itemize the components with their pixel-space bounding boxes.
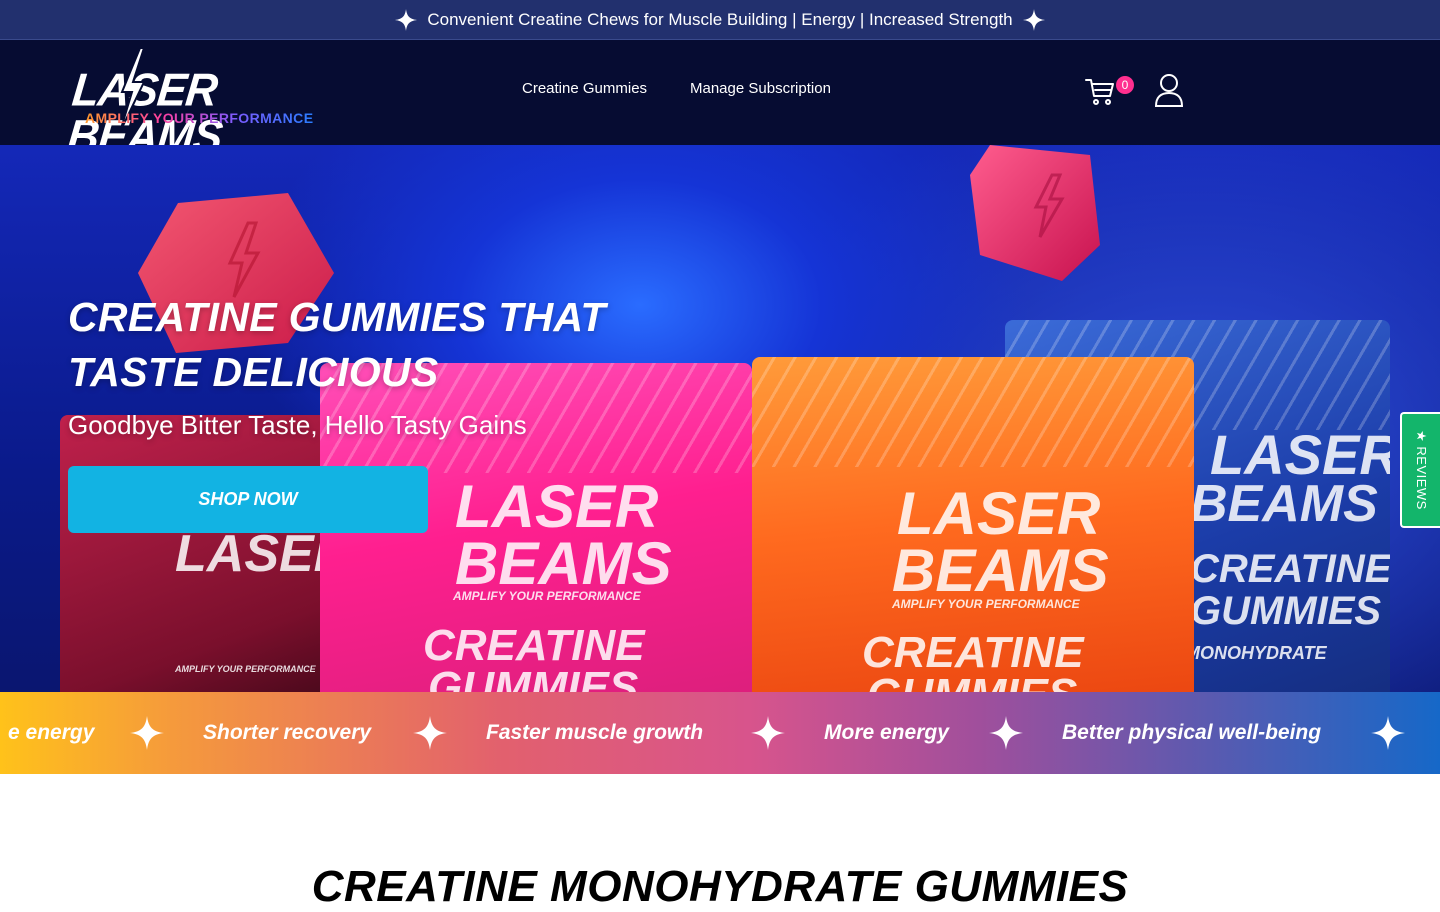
sparkle-icon <box>395 8 418 31</box>
pouch-product2: GUMMIES <box>867 673 1077 692</box>
pouch-product: CREATINE <box>862 628 1084 677</box>
gummy-image <box>970 145 1100 281</box>
benefit-item: Shorter recovery <box>203 721 372 744</box>
nav-manage-subscription[interactable]: Manage Subscription <box>690 80 831 97</box>
sparkle-icon <box>1371 716 1405 750</box>
logo-tagline: AMPLIFY YOUR PERFORMANCE <box>85 110 314 126</box>
sparkle-icon <box>989 716 1023 750</box>
announcement-text: Convenient Creatine Chews for Muscle Bui… <box>427 9 1013 29</box>
nav-creatine-gummies[interactable]: Creatine Gummies <box>522 80 647 97</box>
pouch-product: CREATINE <box>423 621 645 670</box>
user-icon[interactable] <box>1154 73 1184 107</box>
pouch-tagline: AMPLIFY YOUR PERFORMANCE <box>175 664 316 674</box>
reviews-tab-label: ★ REVIEWS <box>1414 430 1429 510</box>
pouch-pattern <box>752 357 1194 467</box>
hero-banner: LASER BEAMS CREATINE GUMMIES MONOHYDRATE… <box>0 145 1440 692</box>
section-title: CREATINE MONOHYDRATE GUMMIES <box>311 862 1129 911</box>
pouch-product2: GUMMIES <box>428 663 639 692</box>
benefit-item: Better physical well-being <box>1062 721 1322 744</box>
brand-logo[interactable]: LASER BEAMS AMPLIFY YOUR PERFORMANCE <box>65 48 350 162</box>
pouch-product2: GUMMIES <box>1190 589 1382 633</box>
reviews-tab[interactable]: ★ REVIEWS <box>1400 412 1440 528</box>
pouch-brand-line1: LASER <box>897 480 1101 547</box>
announcement-bar: Convenient Creatine Chews for Muscle Bui… <box>0 0 1440 40</box>
hero-subtitle: Goodbye Bitter Taste, Hello Tasty Gains <box>68 410 527 440</box>
hero-title: CREATINE GUMMIES THAT TASTE DELICIOUS <box>68 294 606 395</box>
benefit-item: More energy <box>824 721 949 744</box>
sparkle-icon <box>413 716 447 750</box>
product-pouch-orange: LASER BEAMS AMPLIFY YOUR PERFORMANCE CRE… <box>752 357 1194 692</box>
sparkle-icon <box>751 716 785 750</box>
pouch-brand-line2: BEAMS <box>1190 475 1378 533</box>
pouch-tagline: AMPLIFY YOUR PERFORMANCE <box>892 597 1080 611</box>
pouch-tagline: AMPLIFY YOUR PERFORMANCE <box>453 589 641 603</box>
site-header: LASER BEAMS AMPLIFY YOUR PERFORMANCE Cre… <box>0 40 1440 162</box>
shop-now-button[interactable]: SHOP NOW <box>68 466 428 533</box>
benefits-ticker: e energy Shorter recovery Faster muscle … <box>0 692 1440 774</box>
product-pouch-red: LASER AMPLIFY YOUR PERFORMANCE CREATINE <box>60 415 360 692</box>
pouch-brand-line1: LASER <box>455 473 659 540</box>
sparkle-icon <box>130 716 164 750</box>
pouch-brand-line2: BEAMS <box>455 530 672 597</box>
benefit-item: e energy <box>8 721 95 744</box>
pouch-brand-line2: BEAMS <box>892 537 1109 604</box>
cart-icon[interactable] <box>1084 75 1116 107</box>
sparkle-icon <box>1022 8 1045 31</box>
pouch-product: CREATINE <box>1190 547 1390 591</box>
cart-count-badge: 0 <box>1116 76 1134 94</box>
pouch-brand-line1: LASER <box>1210 423 1390 486</box>
benefit-item: Faster muscle growth <box>486 721 704 744</box>
pouch-mono: MONOHYDRATE <box>1185 643 1327 663</box>
